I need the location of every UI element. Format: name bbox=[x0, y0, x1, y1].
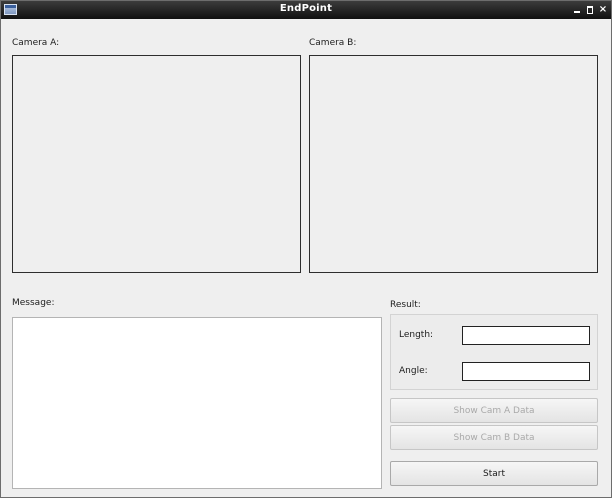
window-title: EndPoint bbox=[279, 3, 333, 14]
show-cam-b-data-button[interactable]: Show Cam B Data bbox=[390, 425, 598, 450]
message-label: Message: bbox=[12, 298, 55, 308]
minimize-icon[interactable] bbox=[571, 3, 583, 16]
camera-a-label: Camera A: bbox=[12, 38, 60, 48]
start-button[interactable]: Start bbox=[390, 461, 598, 486]
camera-b-view bbox=[309, 55, 598, 273]
close-icon[interactable]: × bbox=[597, 3, 609, 16]
result-group: Length: Angle: bbox=[390, 314, 598, 390]
result-label: Result: bbox=[390, 300, 421, 310]
camera-a-view bbox=[12, 55, 301, 273]
show-cam-a-data-button[interactable]: Show Cam A Data bbox=[390, 398, 598, 423]
length-label: Length: bbox=[399, 330, 434, 340]
camera-b-label: Camera B: bbox=[309, 38, 357, 48]
angle-field[interactable] bbox=[462, 362, 590, 381]
title-bar[interactable]: EndPoint × bbox=[1, 1, 611, 19]
message-textarea[interactable] bbox=[12, 317, 382, 489]
maximize-icon[interactable] bbox=[584, 3, 596, 16]
angle-label: Angle: bbox=[399, 366, 428, 376]
endpoint-window: EndPoint × Camera A: Camera B: Message: … bbox=[0, 0, 612, 498]
length-field[interactable] bbox=[462, 326, 590, 345]
